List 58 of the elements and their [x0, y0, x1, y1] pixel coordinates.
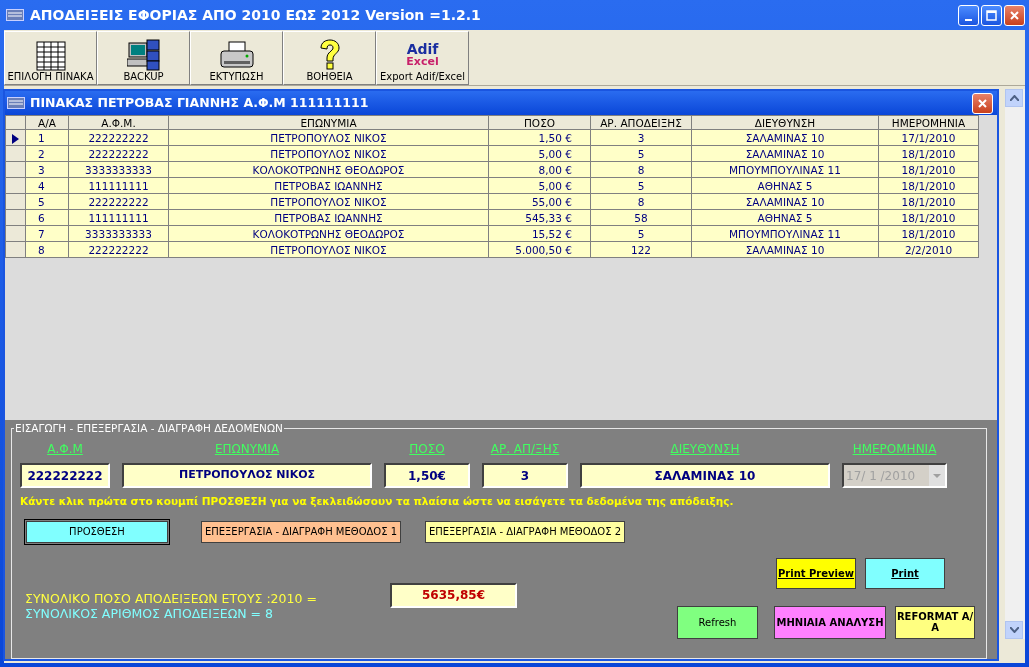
- section-title: ΕΙΣΑΓΩΓΗ - ΕΠΕΞΕΡΓΑΣΙΑ - ΔΙΑΓΡΑΦΗ ΔΕΔΟΜΕΝΩΝ: [14, 421, 284, 435]
- toolbar-button[interactable]: Adif Excel Export Adif/Excel: [376, 31, 469, 85]
- close-button[interactable]: [1004, 4, 1025, 26]
- toolbar-button[interactable]: ΒΟΗΘΕΙΑ: [283, 31, 376, 85]
- scroll-up-icon[interactable]: [1009, 95, 1019, 101]
- app-icon: [7, 97, 25, 109]
- column-header[interactable]: Α/Α: [25, 115, 69, 130]
- column-header[interactable]: Α.Φ.Μ.: [68, 115, 169, 130]
- close-icon: [977, 97, 988, 109]
- input-field[interactable]: 3: [482, 463, 568, 488]
- column-header[interactable]: ΠΟΣΟ: [488, 115, 591, 130]
- question-mark-icon: [317, 39, 342, 71]
- action-button[interactable]: ΕΠΕΞΕΡΓΑΣΙΑ - ΔΙΑΓΡΑΦΗ ΜΕΘΟΔΟΣ 2: [425, 520, 625, 543]
- minimize-button[interactable]: [958, 4, 979, 26]
- field-label: ΔΙΕΥΘΥΝΣΗ: [669, 441, 741, 458]
- table-icon: [35, 41, 66, 71]
- column-header[interactable]: ΔΙΕΥΘΥΝΣΗ: [691, 115, 879, 130]
- field-label: ΕΠΩΝΥΜΙΑ: [213, 441, 281, 458]
- total-label: ΣΥΝΟΛΙΚΟ ΠΟΣΟ ΑΠΟΔΕΙΞΕΩΝ ΕΤΟΥΣ :2010 =: [25, 590, 318, 606]
- field-label: ΑΡ. ΑΠ/ΞΗΣ: [489, 441, 561, 458]
- action-button[interactable]: REFORMAT Α/Α: [895, 605, 975, 639]
- print-button[interactable]: Print: [865, 557, 945, 589]
- print-button[interactable]: Print Preview: [776, 557, 856, 589]
- minimize-icon: [965, 18, 972, 21]
- printer-icon: [219, 41, 254, 71]
- hint-text: Κάντε κλικ πρώτα στο κουμπί ΠΡΟΣΘΕΣΗ για να ξεκλειδώσουν τα πλαίσια ώστε να εισάγετε τα δεδομένα της απόδειξης.: [20, 494, 735, 509]
- field-label: ΗΜΕΡΟΜΗΝΙΑ: [851, 441, 938, 458]
- close-button[interactable]: [972, 92, 993, 114]
- logo-text: Adif: [406, 42, 439, 56]
- total-value-field: 5635,85€: [390, 582, 517, 608]
- row-pointer-icon: [12, 133, 19, 144]
- count-label: ΣΥΝΟΛΙΚΟΣ ΑΡΙΘΜΟΣ ΑΠΟΔΕΙΞΕΩΝ = 8: [25, 605, 274, 621]
- action-button[interactable]: Refresh: [677, 605, 758, 639]
- column-header[interactable]: ΗΜΕΡΟΜΗΝΙΑ: [878, 115, 979, 130]
- input-field[interactable]: ΠΕΤΡΟΠΟΥΛΟΣ ΝΙΚΟΣ: [122, 463, 372, 488]
- input-field[interactable]: 1,50€: [384, 463, 470, 488]
- field-label: Α.Φ.Μ: [46, 441, 84, 458]
- child-window-title: ΠΙΝΑΚΑΣ ΠΕΤΡΟΒΑΣ ΓΙΑΝΝΗΣ Α.Φ.Μ 111111111: [30, 93, 369, 112]
- input-field[interactable]: ΣΑΛΑΜΙΝΑΣ 10: [580, 463, 830, 488]
- toolbar-button[interactable]: ΕΚΤΥΠΩΣΗ: [190, 31, 283, 85]
- action-button[interactable]: ΕΠΕΞΕΡΓΑΣΙΑ - ΔΙΑΓΡΑΦΗ ΜΕΘΟΔΟΣ 1: [201, 520, 401, 543]
- window-title: ΑΠΟΔΕΙΞΕΙΣ ΕΦΟΡΙΑΣ ΑΠΟ 2010 ΕΩΣ 2012 Version =1.2.1: [30, 5, 481, 25]
- action-button[interactable]: ΜΗΝΙΑΙΑ ΑΝΑΛΥΣΗ: [774, 605, 886, 639]
- computer-icon: [126, 39, 161, 71]
- toolbar-button[interactable]: ΕΠΙΛΟΓΗ ΠΙΝΑΚΑ: [4, 31, 97, 85]
- field-label: ΠΟΣΟ: [408, 441, 446, 458]
- scroll-down-icon[interactable]: [1009, 627, 1019, 633]
- maximize-button[interactable]: [981, 4, 1002, 26]
- column-header[interactable]: ΕΠΩΝΥΜΙΑ: [168, 115, 489, 130]
- scrollbar[interactable]: [1005, 89, 1025, 639]
- logo-subtext: Excel: [406, 56, 439, 68]
- close-icon: [1009, 9, 1020, 21]
- maximize-icon: [986, 9, 997, 21]
- toolbar-button[interactable]: BACKUP: [97, 31, 190, 85]
- action-button[interactable]: ΠΡΟΣΘΕΣΗ: [26, 520, 168, 543]
- app-icon: [6, 9, 24, 21]
- input-field[interactable]: 222222222: [20, 463, 110, 488]
- column-header[interactable]: ΑΡ. ΑΠΟΔΕΙΞΗΣ: [590, 115, 692, 130]
